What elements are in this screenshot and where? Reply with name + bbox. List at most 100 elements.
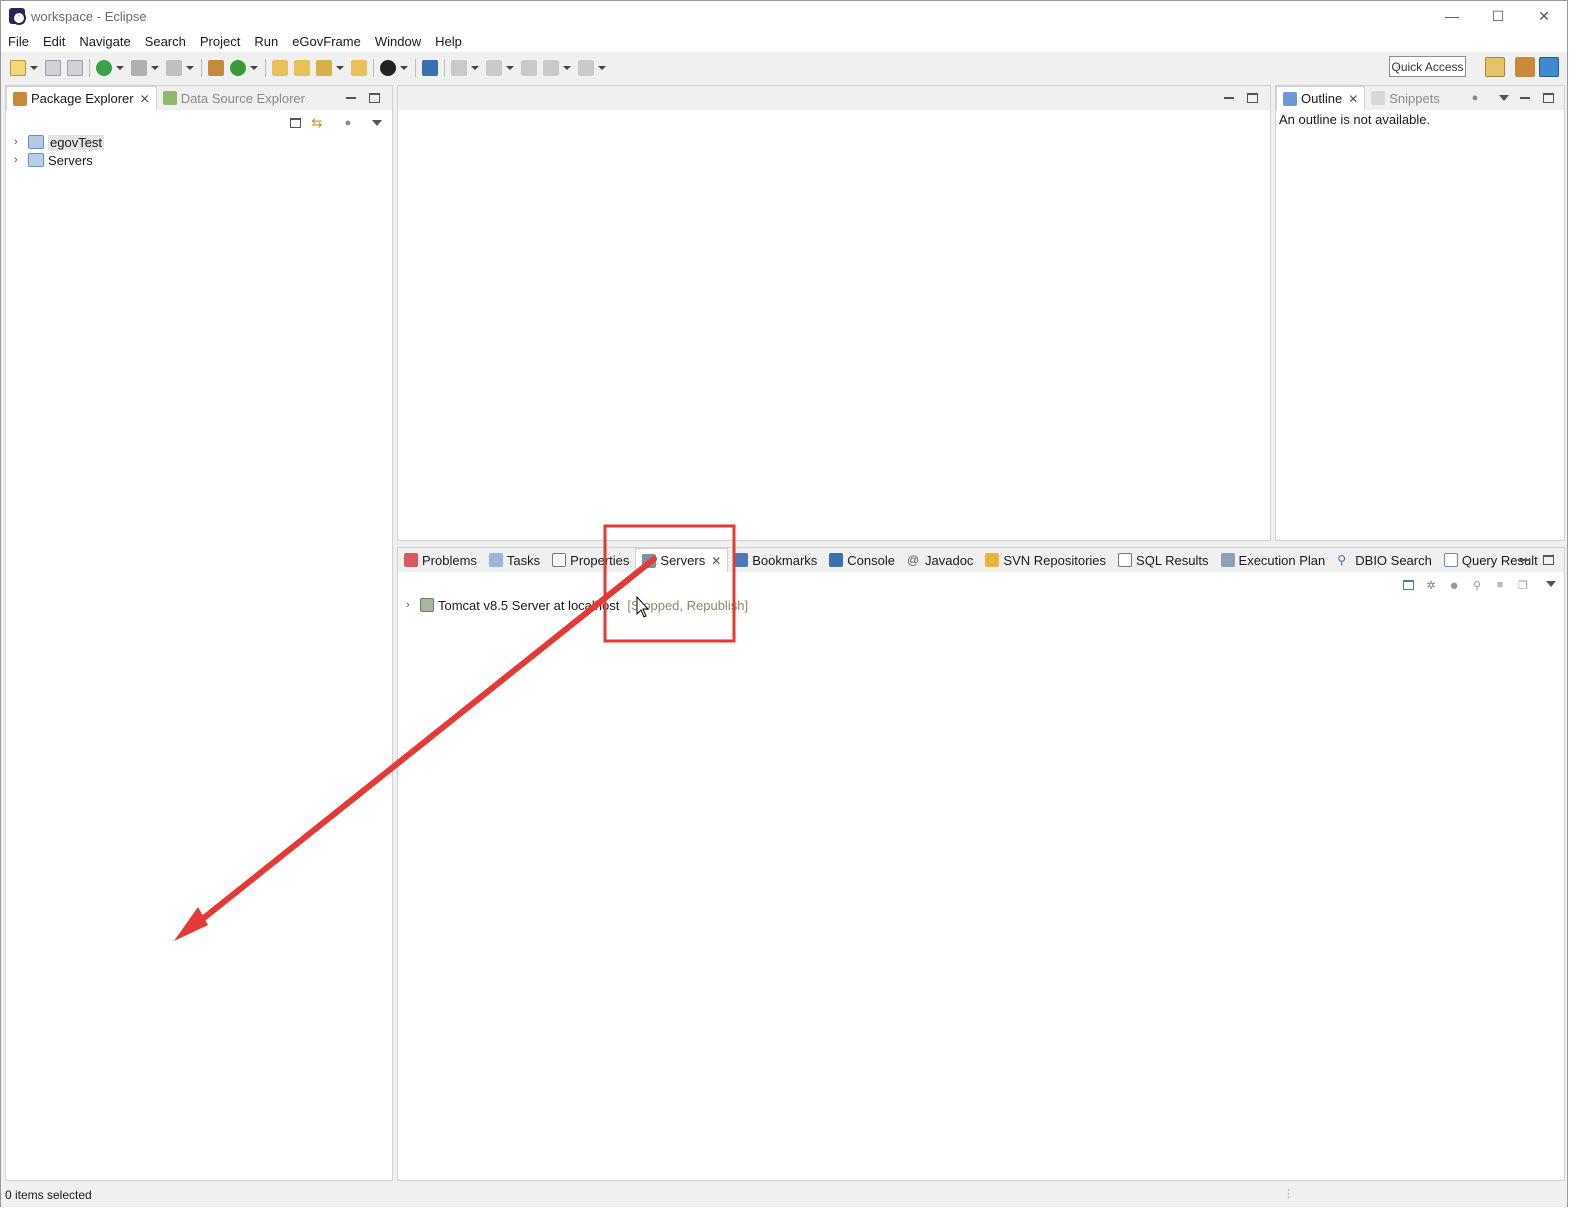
tree-item-servers[interactable]: › Servers <box>14 151 93 169</box>
tab-outline[interactable]: Outline ✕ <box>1276 86 1366 110</box>
close-button[interactable]: ✕ <box>1521 1 1567 31</box>
maximize-view-icon[interactable] <box>1541 553 1555 567</box>
maximize-view-icon[interactable] <box>1245 91 1259 105</box>
minimize-view-icon[interactable] <box>1518 91 1532 105</box>
close-icon[interactable]: ✕ <box>711 554 721 568</box>
new-icon[interactable] <box>10 59 26 76</box>
tab-console[interactable]: Console <box>823 548 901 572</box>
save-all-icon[interactable] <box>67 59 83 76</box>
tab-data-source-explorer[interactable]: Data Source Explorer <box>157 86 311 110</box>
collapse-all-icon[interactable] <box>288 116 302 130</box>
stop-server-icon[interactable]: ■ <box>1493 578 1507 592</box>
close-icon[interactable]: ✕ <box>140 92 150 106</box>
forward-dropdown-icon[interactable] <box>598 65 606 70</box>
svn-icon <box>985 553 1000 567</box>
filter-icon[interactable]: ● <box>1468 91 1482 105</box>
tab-snippets[interactable]: Snippets <box>1365 86 1446 110</box>
open-resource-icon[interactable] <box>294 59 310 76</box>
view-menu-icon[interactable] <box>1544 577 1558 591</box>
forward-icon[interactable] <box>578 59 594 76</box>
search-tool-icon[interactable] <box>316 59 332 76</box>
open-folder-icon[interactable] <box>351 59 367 76</box>
search-icon: ⚲ <box>1337 553 1347 567</box>
save-icon[interactable] <box>45 59 61 76</box>
menu-window[interactable]: Window <box>368 34 428 49</box>
tab-svn-repositories[interactable]: SVN Repositories <box>979 548 1112 572</box>
expand-icon[interactable]: › <box>14 136 24 148</box>
back-dropdown-icon[interactable] <box>563 65 571 70</box>
menu-project[interactable]: Project <box>193 34 247 49</box>
minimize-view-icon[interactable] <box>1222 91 1236 105</box>
tab-package-explorer[interactable]: Package Explorer ✕ <box>6 86 157 110</box>
last-edit-icon[interactable] <box>521 59 537 76</box>
link-with-editor-icon[interactable]: ⇆ <box>310 115 324 130</box>
tab-dbio-search[interactable]: ⚲ DBIO Search <box>1331 548 1438 572</box>
tab-label: Problems <box>422 552 477 568</box>
open-perspective-icon[interactable] <box>1485 57 1505 77</box>
run-icon[interactable] <box>230 59 246 76</box>
back-icon[interactable] <box>543 59 559 76</box>
tab-sql-results[interactable]: SQL Results <box>1112 548 1215 572</box>
maximize-button[interactable]: ☐ <box>1475 1 1521 31</box>
previous-annotation-icon[interactable] <box>486 59 502 76</box>
menu-edit[interactable]: Edit <box>36 34 72 49</box>
profile-dropdown-icon[interactable] <box>400 65 408 70</box>
java-perspective-icon[interactable] <box>1515 57 1535 77</box>
publish-icon[interactable]: ❐ <box>1516 578 1530 592</box>
tab-javadoc[interactable]: @ Javadoc <box>901 548 979 572</box>
maximize-view-icon[interactable] <box>1541 91 1555 105</box>
menu-navigate[interactable]: Navigate <box>72 34 137 49</box>
new-dropdown-icon[interactable] <box>30 65 38 70</box>
menu-help[interactable]: Help <box>428 34 469 49</box>
next-annotation-dropdown-icon[interactable] <box>471 65 479 70</box>
profile-server-icon[interactable]: ⚲ <box>1470 578 1484 592</box>
minimize-button[interactable]: — <box>1429 1 1475 31</box>
tab-tasks[interactable]: Tasks <box>483 548 546 572</box>
quick-access-field[interactable]: Quick Access <box>1389 56 1466 77</box>
problems-icon <box>404 553 418 567</box>
search-dropdown-icon[interactable] <box>336 65 344 70</box>
minimize-view-icon[interactable] <box>344 91 358 105</box>
project-icon <box>28 135 44 149</box>
tab-label: Tasks <box>506 552 541 568</box>
tab-properties[interactable]: Properties <box>546 548 635 572</box>
stop-icon[interactable] <box>131 59 147 76</box>
expand-icon[interactable]: › <box>14 154 24 166</box>
toolbar-separator <box>373 58 374 77</box>
view-menu-icon[interactable] <box>1497 91 1511 105</box>
tab-servers[interactable]: Servers ✕ <box>635 548 729 572</box>
close-icon[interactable]: ✕ <box>1348 92 1358 106</box>
minimize-view-icon[interactable] <box>1518 553 1532 567</box>
egov-perspective-icon[interactable] <box>1539 57 1559 77</box>
debug-dropdown-icon[interactable] <box>116 65 124 70</box>
tab-problems[interactable]: Problems <box>398 548 483 572</box>
debug-server-icon[interactable] <box>96 59 112 76</box>
run-dropdown-icon[interactable] <box>250 65 258 70</box>
external-tools-dropdown-icon[interactable] <box>186 65 194 70</box>
external-tools-icon[interactable] <box>166 59 182 76</box>
tasks-icon <box>488 553 503 567</box>
server-row-tomcat[interactable]: › Tomcat v8.5 Server at localhost [Stopp… <box>406 596 748 614</box>
debug-server-icon[interactable]: ✲ <box>1424 578 1438 592</box>
package-icon[interactable] <box>208 59 224 76</box>
view-menu-icon[interactable] <box>370 116 384 130</box>
menu-egovframe[interactable]: eGovFrame <box>285 34 368 49</box>
menu-search[interactable]: Search <box>138 34 193 49</box>
tab-bookmarks[interactable]: Bookmarks <box>728 548 823 572</box>
start-server-icon[interactable]: ● <box>1447 577 1461 594</box>
console-icon[interactable] <box>422 59 438 76</box>
toolbar-separator <box>415 58 416 77</box>
menu-file[interactable]: File <box>1 34 36 49</box>
filter-icon[interactable]: ● <box>341 116 355 130</box>
expand-icon[interactable]: › <box>406 599 416 611</box>
previous-annotation-dropdown-icon[interactable] <box>506 65 514 70</box>
open-type-icon[interactable] <box>272 59 288 76</box>
next-annotation-icon[interactable] <box>451 59 467 76</box>
maximize-view-icon[interactable] <box>367 91 381 105</box>
stop-dropdown-icon[interactable] <box>151 65 159 70</box>
tab-execution-plan[interactable]: Execution Plan <box>1215 548 1332 572</box>
tree-item-egovtest[interactable]: › egovTest <box>14 133 105 151</box>
collapse-all-icon[interactable] <box>1401 578 1415 592</box>
profile-icon[interactable] <box>380 59 396 76</box>
menu-run[interactable]: Run <box>247 34 285 49</box>
